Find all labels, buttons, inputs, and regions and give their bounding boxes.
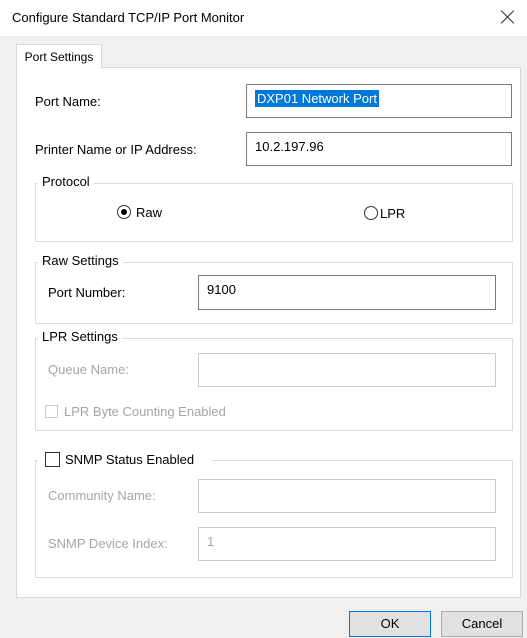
protocol-raw-radio[interactable] (117, 205, 131, 219)
snmp-device-index-value: 1 (207, 534, 215, 549)
port-name-value: DXP01 Network Port (255, 90, 379, 107)
protocol-group (35, 183, 513, 242)
window-title: Configure Standard TCP/IP Port Monitor (12, 10, 245, 25)
raw-settings-legend: Raw Settings (38, 253, 123, 268)
cancel-button[interactable]: Cancel (441, 611, 523, 637)
close-icon[interactable] (497, 6, 519, 28)
port-number-value: 9100 (207, 282, 236, 297)
community-name-field[interactable] (198, 479, 496, 513)
protocol-lpr-label: LPR (380, 206, 406, 221)
printer-address-label: Printer Name or IP Address: (35, 142, 197, 157)
tab-port-settings[interactable]: Port Settings (16, 44, 102, 69)
port-name-label: Port Name: (35, 94, 101, 109)
snmp-device-index-label: SNMP Device Index: (48, 536, 168, 551)
protocol-raw-label: Raw (136, 205, 163, 220)
queue-name-field[interactable] (198, 353, 496, 387)
printer-address-field[interactable]: 10.2.197.96 (246, 132, 512, 166)
snmp-status-checkbox[interactable] (45, 452, 60, 467)
community-name-label: Community Name: (48, 488, 156, 503)
lpr-byte-counting-checkbox[interactable] (45, 405, 58, 418)
snmp-device-index-field[interactable]: 1 (198, 527, 496, 561)
protocol-lpr-radio[interactable] (364, 206, 378, 220)
lpr-settings-legend: LPR Settings (38, 329, 122, 344)
port-number-field[interactable]: 9100 (198, 275, 496, 310)
port-name-field[interactable]: DXP01 Network Port (246, 84, 512, 118)
lpr-byte-counting-label: LPR Byte Counting Enabled (64, 404, 226, 419)
snmp-status-label: SNMP Status Enabled (65, 452, 195, 467)
printer-address-value: 10.2.197.96 (255, 139, 324, 154)
queue-name-label: Queue Name: (48, 362, 129, 377)
port-number-label: Port Number: (48, 285, 126, 300)
protocol-legend: Protocol (38, 174, 94, 189)
ok-button[interactable]: OK (349, 611, 431, 637)
